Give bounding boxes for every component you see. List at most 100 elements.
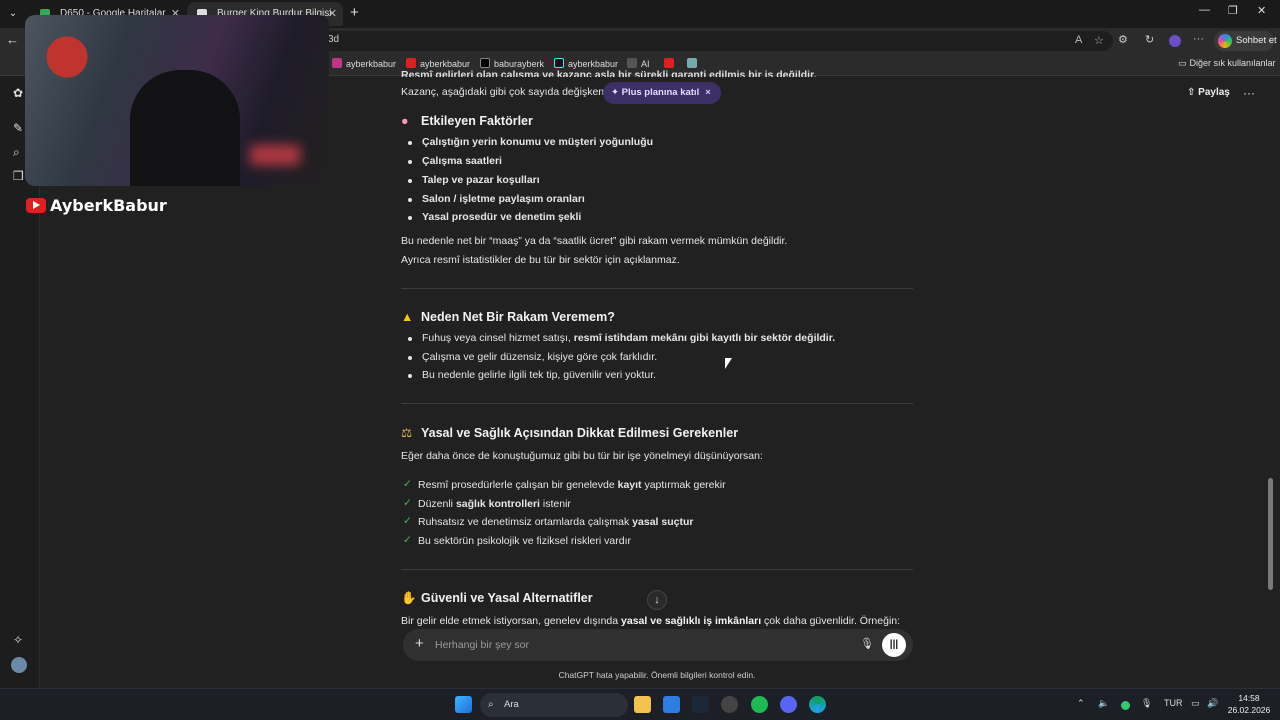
list-item-text: Yasal prosedür ve denetim şekli — [422, 211, 582, 223]
favorite-star-icon[interactable]: ☆ — [1094, 34, 1104, 47]
status-green-dot-icon[interactable] — [1121, 701, 1130, 710]
windows-taskbar: ⌕ Ara ⌃ 🔈 🎙 TUR ▭ 🔊 14:58 26.02.2026 — [0, 688, 1280, 720]
check-icon: ✓ — [403, 478, 412, 490]
store-icon[interactable] — [663, 696, 680, 713]
bookmark-youtube[interactable]: ayberkbabur — [406, 58, 470, 69]
other-bookmarks-folder[interactable]: ▭ Diğer sık kullanılanlar — [1178, 58, 1276, 69]
bookmark-ai[interactable]: AI — [627, 58, 650, 69]
channel-name: AyberkBabur — [50, 196, 167, 215]
chatgpt-logo-icon[interactable]: ✿ — [13, 86, 23, 100]
new-chat-icon[interactable]: ✎ — [13, 121, 23, 135]
list-item: Bu nedenle gelirle ilgili tek tip, güven… — [401, 369, 656, 381]
section-heading: ⚖ Yasal ve Sağlık Açısından Dikkat Edilme… — [401, 425, 738, 440]
list-item: Çalıştığın yerin konumu ve müşteri yoğun… — [401, 136, 653, 148]
volume-icon[interactable]: 🔊 — [1207, 698, 1218, 709]
prompt-composer: + 🎙 ||| — [403, 629, 913, 661]
edge-browser-icon[interactable] — [809, 696, 826, 713]
bookmark-label: AI — [641, 59, 650, 69]
scroll-to-bottom-arrow-icon[interactable]: ↓ — [647, 590, 667, 610]
minimize-icon[interactable]: — — [1199, 4, 1210, 16]
taskbar-search[interactable]: ⌕ Ara — [480, 693, 628, 717]
voice-mode-icon[interactable]: ||| — [882, 633, 906, 657]
scales-icon: ⚖ — [401, 426, 413, 440]
bookmark-label: ayberkbabur — [420, 59, 471, 69]
discord-icon[interactable] — [780, 696, 797, 713]
back-arrow-icon[interactable]: ← — [6, 32, 19, 47]
bookmark-x[interactable]: baburayberk — [480, 58, 544, 69]
network-icon[interactable]: ▭ — [1191, 698, 1200, 709]
x-twitter-icon — [480, 58, 490, 68]
clipped-bold-line: Resmî gelirleri olan çalışma ve kazanç a… — [401, 69, 817, 77]
profile-avatar-icon[interactable] — [1169, 35, 1181, 47]
bookmark-label: ayberkbabur — [568, 59, 619, 69]
taskbar-clock[interactable]: 14:58 26.02.2026 — [1226, 692, 1272, 716]
paragraph: Eğer daha önce de konuştuğumuz gibi bu t… — [401, 450, 763, 462]
microphone-tray-icon[interactable]: 🎙 — [1141, 698, 1152, 709]
check-icon: ✓ — [403, 534, 412, 546]
microphone-icon[interactable]: 🎙 — [860, 637, 874, 650]
bookmark-label: ayberkbabur — [346, 59, 397, 69]
intro-paragraph: Kazanç, aşağıdaki gibi çok sayıda değişk… — [401, 86, 610, 98]
paragraph-text: Bir gelir elde etmek istiyorsan, genelev… — [401, 615, 622, 626]
checklist-item: ✓ Resmî prosedürlerle çalışan bir genelev… — [401, 478, 726, 491]
divider — [401, 288, 913, 289]
close-pill-icon[interactable]: × — [705, 87, 711, 98]
bookmark-tiktok[interactable]: ayberkbabur — [554, 58, 618, 69]
share-button[interactable]: ⇧ Paylaş — [1187, 87, 1230, 98]
paragraph-text: çok daha güvenlidir. Örneğin: — [761, 615, 901, 626]
spotify-icon[interactable] — [751, 696, 768, 713]
tab-actions-chevron-icon[interactable]: ⌄ — [4, 5, 22, 23]
youtube-icon — [406, 58, 416, 68]
checklist-item: ✓ Düzenli sağlık kontrolleri istenir — [401, 497, 571, 510]
section-heading-text: Neden Net Bir Rakam Veremem? — [421, 310, 615, 324]
bookmark-youtube-2[interactable] — [664, 58, 678, 69]
checklist-text: yaptırmak gerekir — [641, 479, 726, 491]
checklist-bold-text: kayıt — [617, 479, 642, 491]
windows-start-icon[interactable] — [455, 696, 472, 713]
streamer-silhouette — [130, 70, 240, 186]
search-icon[interactable]: ⌕ — [13, 145, 20, 160]
folder-icon — [627, 58, 637, 68]
page-scrollbar[interactable] — [1268, 478, 1273, 590]
section-heading-text: Etkileyen Faktörler — [421, 114, 533, 128]
attach-plus-icon[interactable]: + — [415, 635, 424, 652]
speaker-icon[interactable]: 🔈 — [1098, 698, 1109, 709]
section-heading: ● Etkileyen Faktörler — [401, 114, 533, 128]
upgrade-sparkle-icon[interactable]: ✧ — [13, 633, 23, 647]
close-window-icon[interactable]: ✕ — [1257, 4, 1266, 17]
language-indicator[interactable]: TUR — [1164, 698, 1183, 708]
paragraph: Ayrıca resmî istatistikler de bu tür bir… — [401, 254, 680, 266]
bookmark-extra[interactable] — [687, 58, 701, 69]
share-icon: ⇧ — [1187, 87, 1199, 98]
read-aloud-icon[interactable]: A — [1075, 34, 1082, 46]
plus-upgrade-pill[interactable]: ✦ Plus planına katıl × — [603, 82, 721, 104]
file-explorer-icon[interactable] — [634, 696, 651, 713]
conversation-options-icon[interactable]: ··· — [1243, 86, 1255, 100]
bookmark-instagram[interactable]: ayberkbabur — [332, 58, 396, 69]
steam-icon[interactable] — [692, 696, 709, 713]
copilot-chat-button[interactable]: Sohbet et — [1214, 31, 1277, 51]
clock-time: 14:58 — [1238, 693, 1260, 703]
paragraph: Bu nedenle net bir “maaş” ya da “saatlik… — [401, 235, 788, 247]
list-item-bold-text: resmî istihdam mekânı gibi kayıtlı bir s… — [573, 332, 836, 344]
checklist-text: Bu sektörün psikolojik ve fiziksel riskl… — [418, 535, 631, 547]
share-label: Paylaş — [1198, 87, 1230, 98]
section-heading-text: Güvenli ve Yasal Alternatifler — [421, 591, 593, 605]
prompt-input[interactable] — [435, 637, 835, 653]
list-item-text: Çalıştığın yerin konumu ve müşteri yoğun… — [422, 136, 654, 148]
app-icon[interactable] — [721, 696, 738, 713]
checklist-text: Ruhsatsız ve denetimsiz ortamlarda çalış… — [418, 516, 633, 528]
tray-overflow-chevron-icon[interactable]: ⌃ — [1077, 698, 1085, 709]
other-bookmarks-label: Diğer sık kullanılanlar — [1189, 58, 1276, 68]
folder-icon: ▭ — [1178, 58, 1187, 68]
close-tab-icon[interactable]: ✕ — [328, 2, 337, 26]
maximize-icon[interactable]: ❐ — [1228, 4, 1238, 17]
youtube-icon — [664, 58, 674, 68]
history-icon[interactable]: ↻ — [1145, 33, 1154, 46]
new-tab-plus-icon[interactable]: + — [350, 4, 359, 21]
settings-more-icon[interactable]: ··· — [1193, 33, 1204, 45]
extensions-icon[interactable]: ⚙ — [1118, 33, 1128, 46]
library-icon[interactable]: ❒ — [13, 169, 24, 183]
list-item: Çalışma ve gelir düzensiz, kişiye göre ç… — [401, 351, 657, 363]
warning-icon: ▲ — [401, 310, 414, 324]
